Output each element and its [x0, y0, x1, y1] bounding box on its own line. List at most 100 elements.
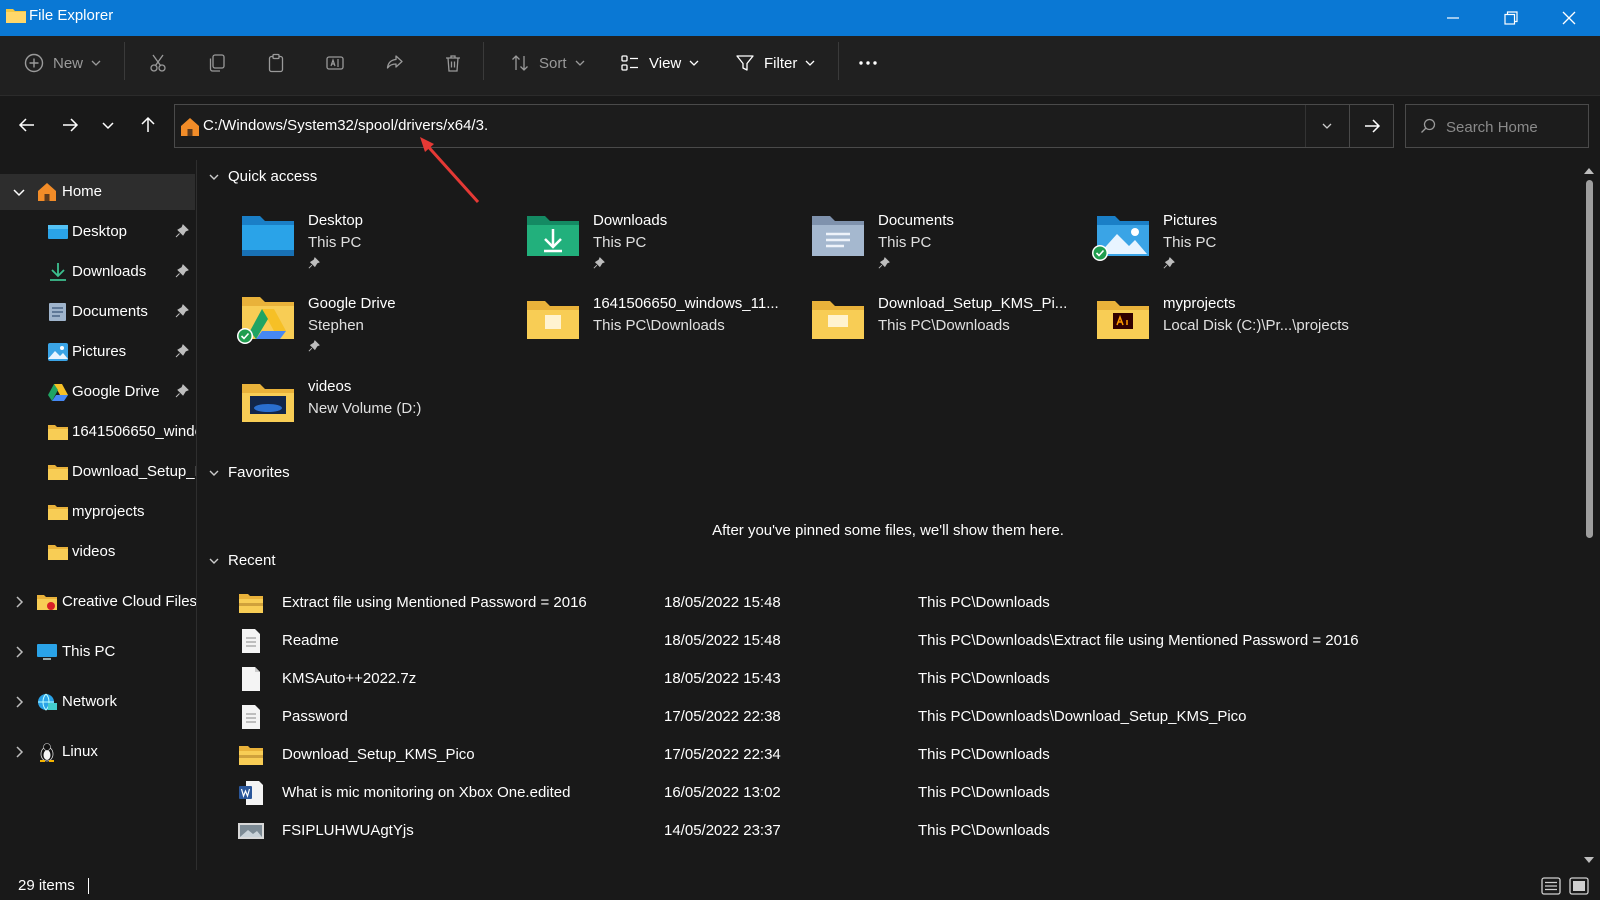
- recent-locations-button[interactable]: [93, 110, 123, 140]
- sidebar-item-documents[interactable]: Documents: [0, 294, 195, 330]
- copy-button[interactable]: [207, 47, 227, 79]
- desktop-folder-icon: [242, 216, 294, 256]
- quick-access-item[interactable]: Pictures This PC: [1053, 200, 1323, 282]
- sync-check-icon: [1092, 245, 1108, 261]
- chevron-down-icon: [209, 174, 219, 180]
- sidebar-item-desktop[interactable]: Desktop: [0, 214, 195, 250]
- quick-access-item[interactable]: Downloads This PC: [483, 200, 753, 282]
- details-view-icon[interactable]: [1540, 875, 1562, 897]
- pin-icon: [175, 264, 189, 278]
- minimize-icon: [1447, 17, 1459, 19]
- quick-access-item[interactable]: Download_Setup_KMS_Pi... This PC\Downloa…: [768, 283, 1067, 365]
- recent-header[interactable]: Recent: [208, 552, 276, 569]
- recent-file-row[interactable]: FSIPLUHWUAgtYjs 14/05/2022 23:37 This PC…: [228, 813, 1568, 849]
- rename-icon: [326, 56, 344, 70]
- recent-file-row[interactable]: What is mic monitoring on Xbox One.edite…: [228, 775, 1568, 811]
- chevron-right-icon: [16, 646, 24, 658]
- tiles-view-icon[interactable]: [1568, 875, 1590, 897]
- sidebar-item-folder[interactable]: Download_Setup_KMS_Pico: [0, 454, 196, 490]
- back-button[interactable]: [12, 110, 42, 140]
- new-button[interactable]: New: [24, 47, 101, 79]
- chevron-down-icon: [805, 60, 815, 66]
- filter-button[interactable]: Filter: [735, 47, 815, 79]
- sidebar-item-folder[interactable]: myprojects: [0, 494, 195, 530]
- view-button[interactable]: View: [620, 47, 699, 79]
- sidebar-item-home[interactable]: Home: [0, 174, 195, 210]
- minimize-button[interactable]: [1424, 0, 1482, 36]
- pin-icon: [175, 344, 189, 358]
- recent-file-row[interactable]: KMSAuto++2022.7z 18/05/2022 15:43 This P…: [228, 661, 1568, 697]
- scroll-down-arrow-icon[interactable]: [1583, 854, 1595, 866]
- item-name: videos: [308, 378, 352, 395]
- up-button[interactable]: [133, 110, 163, 140]
- share-button[interactable]: [384, 47, 404, 79]
- go-button[interactable]: [1349, 105, 1393, 147]
- quick-access-item[interactable]: videos New Volume (D:): [198, 366, 468, 448]
- sidebar-item-label: Documents: [72, 303, 148, 320]
- quick-access-header[interactable]: Quick access: [208, 168, 317, 185]
- navigation-pane: Home Desktop Downloads Documents Picture…: [0, 160, 197, 870]
- item-name: Documents: [878, 212, 954, 229]
- quick-access-item[interactable]: Google Drive Stephen: [198, 283, 468, 365]
- chevron-down-icon: [1322, 123, 1331, 129]
- paste-button[interactable]: [266, 47, 286, 79]
- sort-label: Sort: [539, 54, 567, 72]
- section-title: Favorites: [228, 464, 290, 481]
- recent-file-row[interactable]: Readme 18/05/2022 15:48 This PC\Download…: [228, 623, 1568, 659]
- scrollbar-thumb[interactable]: [1586, 180, 1593, 538]
- chevron-right-icon: [16, 596, 24, 608]
- scroll-up-arrow-icon[interactable]: [1583, 165, 1595, 177]
- recent-file-row[interactable]: Extract file using Mentioned Password = …: [228, 585, 1568, 621]
- quick-access-item[interactable]: Documents This PC: [768, 200, 1038, 282]
- sidebar-item-folder[interactable]: videos: [0, 534, 195, 570]
- sidebar-item-linux[interactable]: Linux: [0, 734, 195, 770]
- sidebar-item-label: Google Drive: [72, 383, 160, 400]
- quick-access-item[interactable]: 1641506650_windows_11... This PC\Downloa…: [483, 283, 779, 365]
- chevron-right-icon: [16, 696, 24, 708]
- word-doc-icon: [239, 781, 263, 805]
- file-name: Extract file using Mentioned Password = …: [282, 594, 587, 611]
- sidebar-item-downloads[interactable]: Downloads: [0, 254, 195, 290]
- search-box[interactable]: [1405, 104, 1589, 148]
- recent-file-row[interactable]: Download_Setup_KMS_Pico 17/05/2022 22:34…: [228, 737, 1568, 773]
- new-label: New: [53, 54, 84, 72]
- search-icon: [1421, 118, 1436, 133]
- documents-icon: [49, 303, 66, 321]
- sort-button[interactable]: Sort: [510, 47, 585, 79]
- close-button[interactable]: [1540, 0, 1598, 36]
- quick-access-item[interactable]: myprojects Local Disk (C:)\Pr...\project…: [1053, 283, 1349, 365]
- file-name: FSIPLUHWUAgtYjs: [282, 822, 414, 839]
- delete-button[interactable]: [443, 47, 463, 79]
- sidebar-item-pictures[interactable]: Pictures: [0, 334, 195, 370]
- address-bar[interactable]: C:/Windows/System32/spool/drivers/x64/3.: [174, 104, 1394, 148]
- quick-access-item[interactable]: Desktop This PC: [198, 200, 468, 282]
- chevron-down-icon: [91, 60, 101, 66]
- blank-file-icon: [242, 667, 260, 691]
- recent-file-row[interactable]: Password 17/05/2022 22:38 This PC\Downlo…: [228, 699, 1568, 735]
- sidebar-item-network[interactable]: Network: [0, 684, 195, 720]
- cut-button[interactable]: [148, 47, 168, 79]
- file-date: 17/05/2022 22:34: [664, 746, 781, 763]
- favorites-header[interactable]: Favorites: [208, 464, 290, 481]
- address-history-button[interactable]: [1305, 105, 1347, 147]
- arrow-right-icon: [63, 118, 79, 132]
- zip-folder-icon: [239, 746, 263, 765]
- forward-button[interactable]: [55, 110, 85, 140]
- sidebar-item-label: Home: [62, 183, 103, 200]
- sidebar-item-creative-cloud[interactable]: Creative Cloud Files: [0, 584, 196, 620]
- network-icon: [38, 693, 57, 711]
- sidebar-item-label: Downloads: [72, 263, 147, 280]
- file-name: Password: [282, 708, 348, 725]
- sidebar-item-google-drive[interactable]: Google Drive: [0, 374, 195, 410]
- more-options-button[interactable]: [858, 47, 878, 79]
- folder-icon: [812, 301, 864, 339]
- copy-icon: [209, 54, 225, 72]
- restore-button[interactable]: [1482, 0, 1540, 36]
- sidebar-item-label: videos: [72, 543, 116, 560]
- sidebar-item-this-pc[interactable]: This PC: [0, 634, 195, 670]
- search-input[interactable]: [1446, 115, 1584, 139]
- rename-button[interactable]: [325, 47, 345, 79]
- file-location: This PC\Downloads\Extract file using Men…: [918, 632, 1359, 649]
- chevron-down-icon: [575, 60, 584, 66]
- sidebar-item-folder[interactable]: 1641506650_windows_11_iso: [0, 414, 196, 450]
